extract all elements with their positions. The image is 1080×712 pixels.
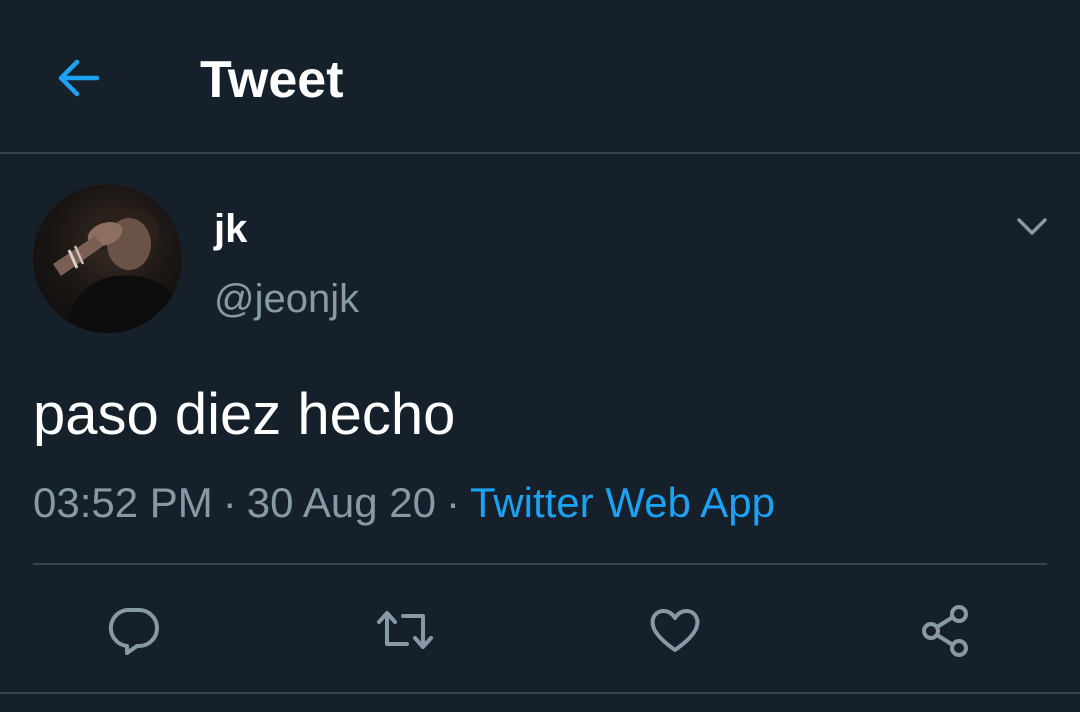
share-button[interactable]	[915, 600, 975, 660]
share-icon	[922, 605, 968, 657]
heart-icon	[650, 609, 700, 652]
tweet-menu-button[interactable]	[1010, 205, 1054, 249]
top-app-bar: Tweet	[0, 0, 1080, 154]
page-title: Tweet	[200, 51, 344, 109]
tweet-date: 30 Aug 20	[246, 479, 436, 526]
avatar[interactable]	[33, 184, 182, 333]
user-handle[interactable]: @jeonjk	[214, 276, 359, 322]
arrow-left-icon	[58, 59, 100, 97]
divider	[0, 692, 1080, 694]
like-button[interactable]	[645, 600, 705, 660]
tweet-detail-screen: Tweet jk @jeonjk paso diez hecho 03:52 P…	[0, 0, 1080, 712]
separator: ·	[222, 479, 237, 526]
chevron-down-icon	[1017, 218, 1047, 235]
reply-icon	[108, 607, 159, 655]
tweet-text: paso diez hecho	[33, 382, 456, 447]
tweet-source-link[interactable]: Twitter Web App	[470, 479, 775, 526]
retweet-button[interactable]	[375, 600, 435, 660]
profile-photo	[53, 208, 182, 333]
back-button[interactable]	[48, 48, 108, 108]
retweet-icon	[377, 611, 433, 649]
separator: ·	[445, 479, 460, 526]
tweet-actions-bar	[0, 590, 1080, 670]
tweet-metadata: 03:52 PM · 30 Aug 20 · Twitter Web App	[33, 478, 775, 528]
display-name[interactable]: jk	[214, 206, 247, 252]
tweet-time: 03:52 PM	[33, 479, 213, 526]
divider	[33, 563, 1047, 565]
reply-button[interactable]	[105, 600, 165, 660]
